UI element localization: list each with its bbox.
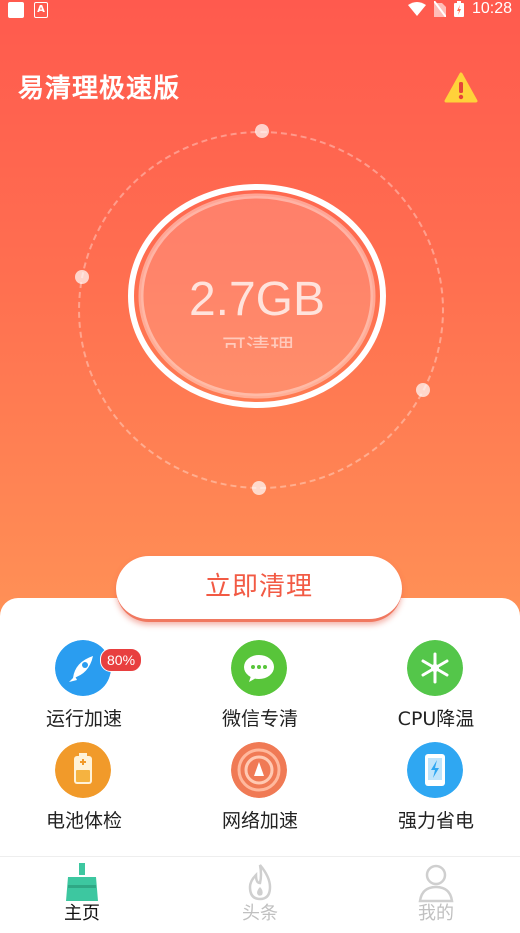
storage-subtitle: 可清理 <box>222 334 294 348</box>
no-sim-icon <box>433 1 446 17</box>
feature-label: 网络加速 <box>221 810 298 832</box>
bottom-tab-bar: 主页 头条 我的 <box>0 856 520 933</box>
feature-label: 微信专清 <box>221 708 298 730</box>
broom-icon <box>66 863 98 901</box>
notification-icon <box>8 2 24 18</box>
app-notification-icon: A <box>34 2 48 18</box>
storage-value: 2.7GB <box>188 273 326 326</box>
tab-label: 我的 <box>418 903 454 924</box>
warning-icon[interactable] <box>444 72 478 104</box>
orbit-dot <box>252 481 266 495</box>
clean-now-button[interactable]: 立即清理 <box>116 556 402 622</box>
tab-label: 主页 <box>64 903 100 924</box>
orbit-dot <box>416 383 430 397</box>
boost-badge: 80% <box>100 648 143 672</box>
orbit-dot <box>75 270 89 284</box>
phone-power-icon <box>407 742 463 798</box>
network-icon <box>231 742 287 798</box>
feature-label: 强力省电 <box>397 810 474 832</box>
feature-label: 运行加速 <box>45 708 122 730</box>
wechat-icon <box>231 640 287 696</box>
status-bar: A 10:28 <box>0 0 520 22</box>
feature-label: 电池体检 <box>45 810 122 832</box>
tab-label: 头条 <box>242 903 278 924</box>
feature-label: CPU降温 <box>397 708 475 730</box>
snowflake-icon <box>407 640 463 696</box>
status-time: 10:28 <box>471 0 512 17</box>
wifi-icon <box>407 2 426 16</box>
battery-icon <box>55 742 111 798</box>
battery-charging-icon <box>453 1 464 17</box>
orbit-dot <box>255 124 269 138</box>
person-icon <box>418 864 454 903</box>
flame-icon <box>248 864 272 901</box>
app-title: 易清理极速版 <box>18 74 181 104</box>
